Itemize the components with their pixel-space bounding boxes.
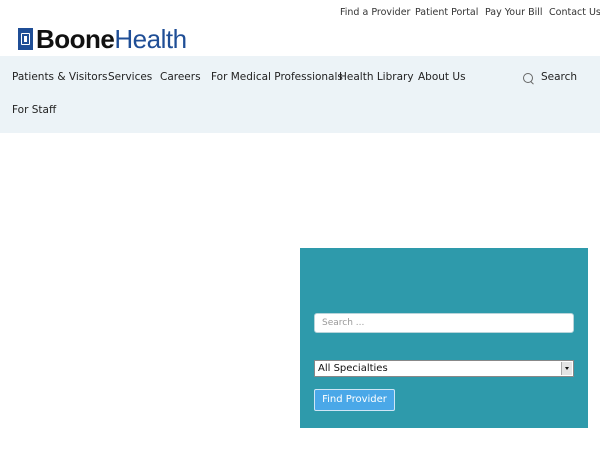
search-icon[interactable] bbox=[523, 73, 533, 83]
pay-your-bill-link[interactable]: Pay Your Bill bbox=[485, 7, 543, 18]
specialty-select-value: All Specialties bbox=[318, 363, 388, 374]
nav-item-for-staff[interactable]: For Staff bbox=[12, 104, 56, 116]
find-a-provider-link[interactable]: Find a Provider bbox=[340, 7, 410, 18]
logo-wordmark: BooneHealth bbox=[36, 24, 187, 54]
nav-item-services[interactable]: Services bbox=[108, 71, 152, 83]
chevron-down-icon[interactable] bbox=[561, 362, 572, 375]
search-link[interactable]: Search bbox=[541, 71, 577, 83]
boone-health-logo[interactable]: BooneHealth bbox=[18, 24, 187, 54]
building-icon bbox=[18, 28, 33, 50]
specialty-select[interactable]: All Specialties bbox=[314, 360, 574, 377]
main-nav: Patients & Visitors Services Careers For… bbox=[0, 56, 600, 133]
patient-portal-link[interactable]: Patient Portal bbox=[415, 7, 478, 18]
nav-item-about-us[interactable]: About Us bbox=[418, 71, 466, 83]
find-provider-button[interactable]: Find Provider bbox=[314, 389, 395, 411]
contact-us-link[interactable]: Contact Us bbox=[549, 7, 600, 18]
nav-item-patients-visitors[interactable]: Patients & Visitors bbox=[12, 71, 107, 83]
utility-nav: Find a Provider Patient Portal Pay Your … bbox=[0, 0, 600, 26]
provider-finder-panel: All Specialties Find Provider bbox=[300, 248, 588, 428]
provider-search-input[interactable] bbox=[314, 313, 574, 333]
nav-item-careers[interactable]: Careers bbox=[160, 71, 201, 83]
nav-item-health-library[interactable]: Health Library bbox=[339, 71, 414, 83]
nav-item-medical-professionals[interactable]: For Medical Professionals bbox=[211, 71, 343, 83]
